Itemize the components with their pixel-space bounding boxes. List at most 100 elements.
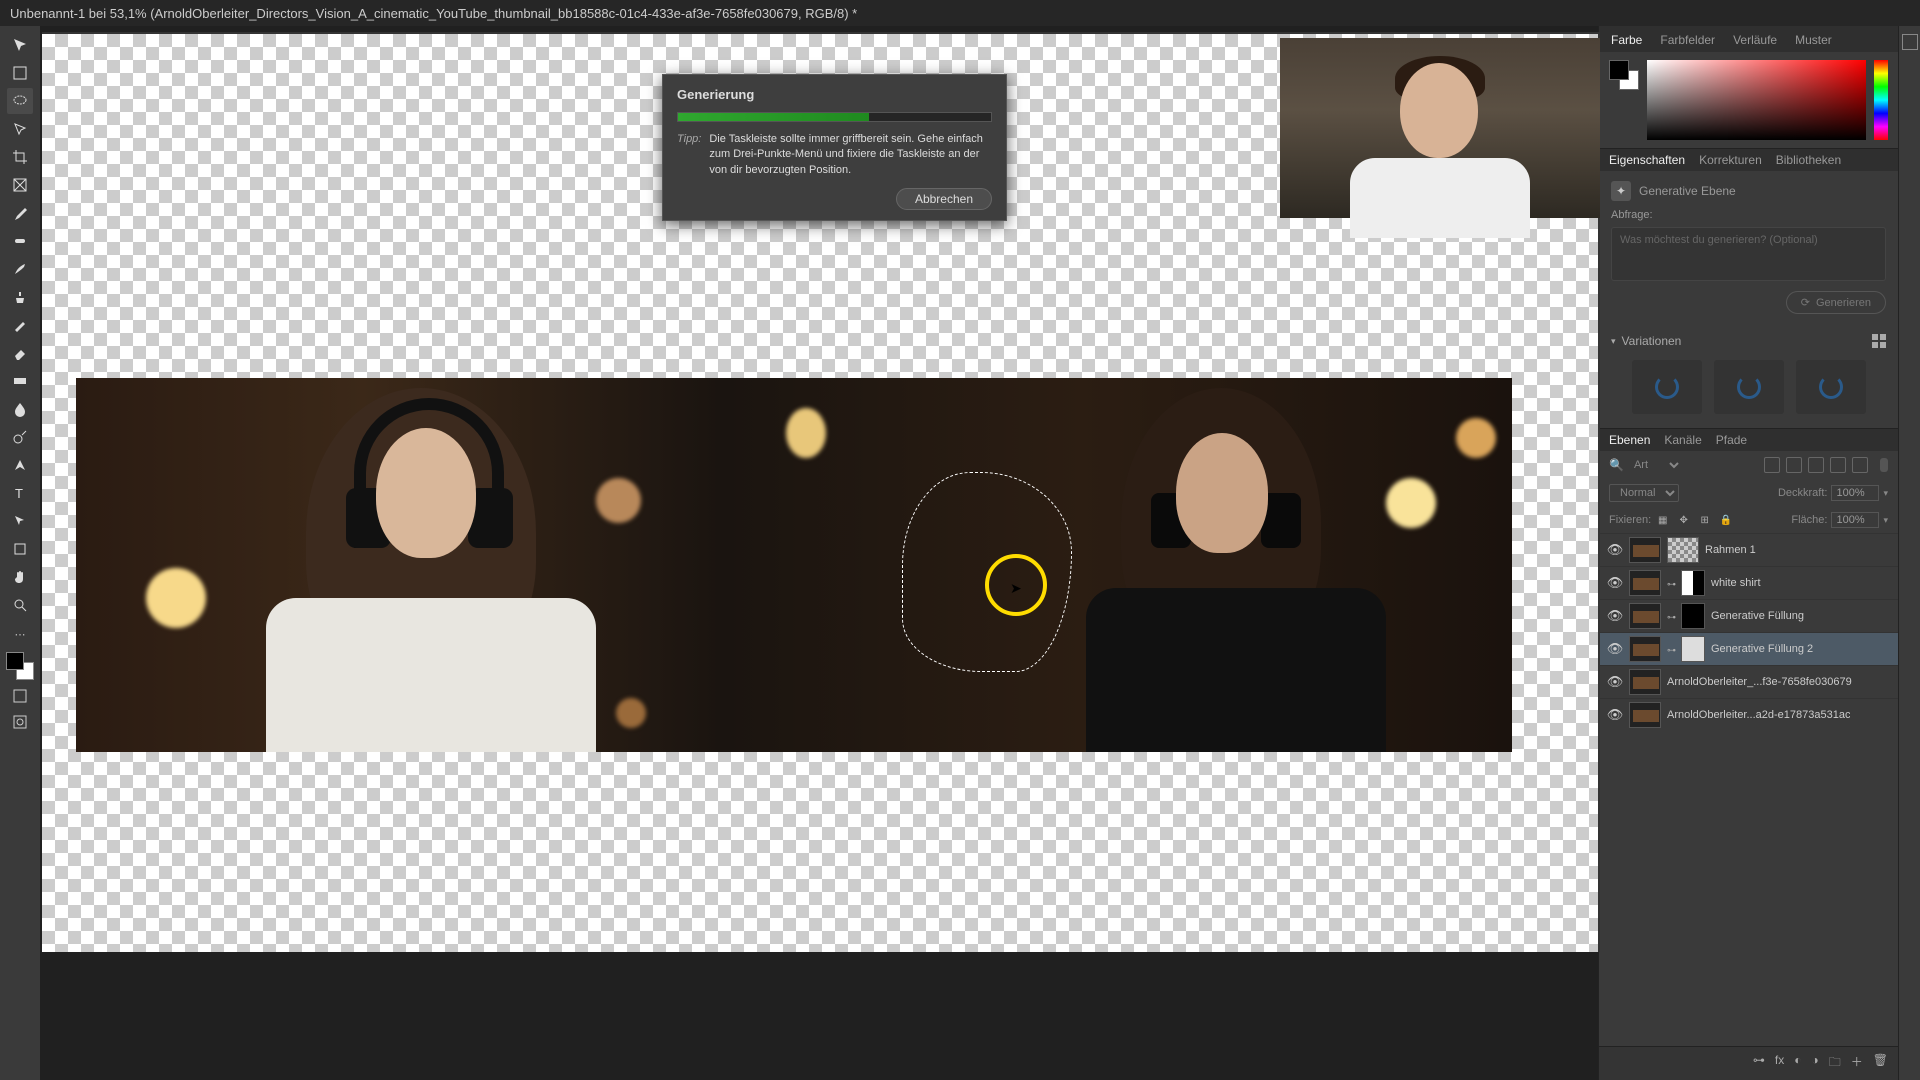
foreground-background-swatch[interactable] <box>6 652 34 680</box>
lock-position-icon[interactable]: ✥ <box>1676 513 1691 528</box>
filter-toggle-icon[interactable] <box>1880 458 1888 472</box>
gradient-tool[interactable] <box>7 368 33 394</box>
group-icon[interactable]: 🗀 <box>1829 1053 1841 1074</box>
shape-tool[interactable] <box>7 536 33 562</box>
type-tool[interactable]: T <box>7 480 33 506</box>
hand-tool[interactable] <box>7 564 33 590</box>
crop-tool[interactable] <box>7 144 33 170</box>
brush-tool[interactable] <box>7 256 33 282</box>
tab-farbfelder[interactable]: Farbfelder <box>1658 30 1717 50</box>
collapsed-panel-strip[interactable] <box>1898 26 1920 1080</box>
layer-filter-kind[interactable]: Art <box>1630 458 1682 472</box>
layer-name[interactable]: white shirt <box>1711 577 1761 589</box>
tab-verlaeufe[interactable]: Verläufe <box>1731 30 1779 50</box>
prompt-input[interactable]: Was möchtest du generieren? (Optional) <box>1611 227 1886 281</box>
blur-tool[interactable] <box>7 396 33 422</box>
tab-bibliotheken[interactable]: Bibliotheken <box>1776 153 1841 167</box>
layer-name[interactable]: ArnoldOberleiter_...f3e-7658fe030679 <box>1667 676 1852 688</box>
search-icon[interactable]: 🔍 <box>1609 458 1624 472</box>
variation-3[interactable] <box>1796 360 1866 414</box>
variation-1[interactable] <box>1632 360 1702 414</box>
layer-row[interactable]: 👁⊶Generative Füllung <box>1599 599 1898 632</box>
clone-tool[interactable] <box>7 284 33 310</box>
color-field[interactable] <box>1647 60 1866 140</box>
link-icon: ⊶ <box>1667 579 1675 587</box>
document-artwork <box>76 378 1512 752</box>
visibility-icon[interactable]: 👁 <box>1607 608 1623 624</box>
visibility-icon[interactable]: 👁 <box>1607 641 1623 657</box>
new-layer-icon[interactable]: ＋ <box>1851 1053 1863 1074</box>
link-icon: ⊶ <box>1667 645 1675 653</box>
layer-filter-icons[interactable] <box>1764 457 1868 473</box>
layer-type-label: Generative Ebene <box>1639 184 1736 198</box>
tab-farbe[interactable]: Farbe <box>1609 30 1644 50</box>
visibility-icon[interactable]: 👁 <box>1607 575 1623 591</box>
lock-artboard-icon[interactable]: ⊞ <box>1697 513 1712 528</box>
path-select-tool[interactable] <box>7 508 33 534</box>
zoom-tool[interactable] <box>7 592 33 618</box>
loading-spinner-icon <box>1819 375 1843 399</box>
tab-ebenen[interactable]: Ebenen <box>1609 433 1650 447</box>
svg-text:T: T <box>15 486 23 501</box>
color-picker[interactable] <box>1599 52 1898 148</box>
presenter-webcam-overlay <box>1280 38 1600 218</box>
tab-pfade[interactable]: Pfade <box>1716 433 1747 447</box>
artboard-tool[interactable] <box>7 60 33 86</box>
hue-slider[interactable] <box>1874 60 1888 140</box>
canvas-area[interactable]: ➤ Generierung Tipp: Die Taskleiste sollt… <box>40 26 1598 1080</box>
eraser-tool[interactable] <box>7 340 33 366</box>
layer-fx-icon[interactable]: fx <box>1775 1053 1784 1074</box>
chevron-down-icon[interactable]: ▾ <box>1883 488 1888 499</box>
layer-row[interactable]: 👁 ⊶ Generative Füllung 2 <box>1599 632 1898 665</box>
color-swatch-fgbg[interactable] <box>1609 60 1639 90</box>
visibility-icon[interactable]: 👁 <box>1607 674 1623 690</box>
lock-all-icon[interactable]: 🔒 <box>1718 513 1733 528</box>
quick-select-tool[interactable] <box>7 116 33 142</box>
blend-mode-select[interactable]: Normal <box>1609 484 1679 502</box>
adjustment-layer-icon[interactable]: ◑ <box>1811 1053 1818 1074</box>
edit-toolbar-icon[interactable]: ⋯ <box>10 624 30 644</box>
lasso-tool[interactable] <box>7 88 33 114</box>
chevron-down-icon[interactable]: ▾ <box>1883 515 1888 526</box>
visibility-icon[interactable]: 👁 <box>1607 542 1623 558</box>
pen-tool[interactable] <box>7 452 33 478</box>
layer-name[interactable]: Rahmen 1 <box>1705 544 1756 556</box>
tab-kanaele[interactable]: Kanäle <box>1664 433 1701 447</box>
heal-tool[interactable] <box>7 228 33 254</box>
dodge-tool[interactable] <box>7 424 33 450</box>
layer-row[interactable]: 👁 Rahmen 1 <box>1599 533 1898 566</box>
layer-row[interactable]: 👁 ArnoldOberleiter_...f3e-7658fe030679 <box>1599 665 1898 698</box>
generate-button[interactable]: ⟳ Generieren <box>1786 291 1886 314</box>
link-layers-icon[interactable]: ⊶ <box>1753 1053 1765 1074</box>
eyedropper-tool[interactable] <box>7 200 33 226</box>
tab-muster[interactable]: Muster <box>1793 30 1834 50</box>
layer-row[interactable]: 👁 ⊶ white shirt <box>1599 566 1898 599</box>
frame-tool[interactable] <box>7 172 33 198</box>
loading-spinner-icon <box>1737 375 1761 399</box>
grid-view-icon[interactable] <box>1872 334 1886 348</box>
layer-name[interactable]: ArnoldOberleiter...a2d-e17873a531ac <box>1667 709 1850 721</box>
layer-mask-icon[interactable]: ◐ <box>1794 1053 1801 1074</box>
quick-mask-icon[interactable] <box>10 712 30 732</box>
tab-korrekturen[interactable]: Korrekturen <box>1699 153 1762 167</box>
chevron-down-icon[interactable]: ▾ <box>1611 336 1616 347</box>
screen-mode-icon[interactable] <box>10 686 30 706</box>
history-brush-tool[interactable] <box>7 312 33 338</box>
trash-icon[interactable]: 🗑 <box>1873 1053 1888 1074</box>
layer-name[interactable]: Generative Füllung 2 <box>1711 643 1813 655</box>
fill-input[interactable] <box>1831 512 1879 528</box>
move-tool[interactable] <box>7 32 33 58</box>
variation-2[interactable] <box>1714 360 1784 414</box>
docked-panel-icon[interactable] <box>1902 34 1918 50</box>
layer-mask-thumb <box>1681 570 1705 596</box>
lock-pixels-icon[interactable]: ▦ <box>1655 513 1670 528</box>
layer-row[interactable]: 👁 ArnoldOberleiter...a2d-e17873a531ac <box>1599 698 1898 731</box>
layer-list: 👁Rahmen 1👁⊶white shirt👁⊶Generative Füllu… <box>1599 533 1898 1046</box>
opacity-input[interactable] <box>1831 485 1879 501</box>
opacity-label: Deckkraft: <box>1778 487 1828 499</box>
tab-eigenschaften[interactable]: Eigenschaften <box>1609 153 1685 167</box>
visibility-icon[interactable]: 👁 <box>1607 707 1623 723</box>
layer-name[interactable]: Generative Füllung <box>1711 610 1804 622</box>
variation-thumbnails <box>1599 354 1898 428</box>
cancel-button[interactable]: Abbrechen <box>896 188 992 210</box>
